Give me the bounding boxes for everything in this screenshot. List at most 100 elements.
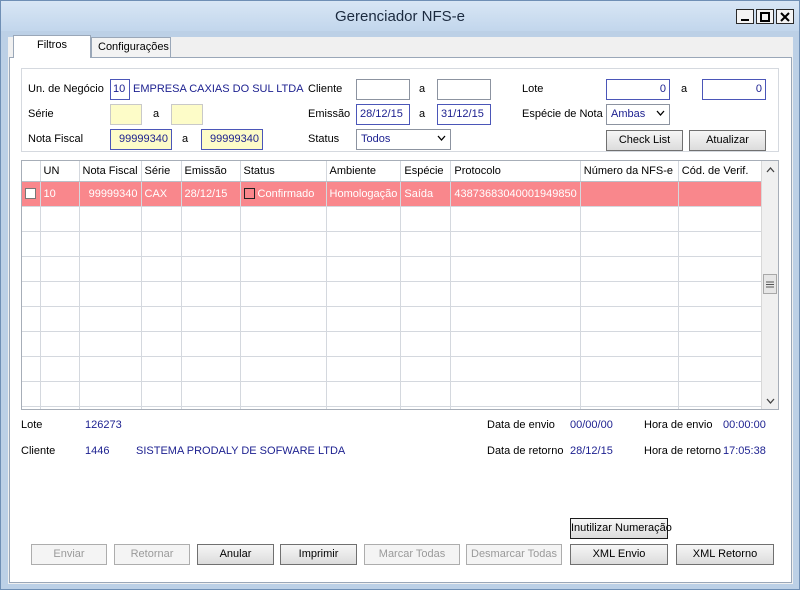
cliente-detail-name: SISTEMA PRODALY DE SOFWARE LTDA: [136, 445, 346, 457]
status-checkbox[interactable]: [243, 187, 255, 199]
column-header-especie[interactable]: Espécie: [400, 161, 452, 182]
cliente-from-input[interactable]: [356, 79, 410, 100]
empty-cell: [580, 231, 679, 257]
column-header-cod-verif[interactable]: Cód. de Verif.: [678, 161, 772, 182]
nota-fiscal-from-input[interactable]: 99999340: [110, 129, 172, 150]
chevron-down-icon: [656, 110, 665, 116]
cliente-to-input[interactable]: [437, 79, 491, 100]
scroll-thumb[interactable]: [763, 274, 777, 294]
table-row[interactable]: 10 99999340 CAX 28/12/15 Confirmado Homo…: [22, 181, 772, 207]
empty-cell: [580, 381, 679, 407]
enviar-button[interactable]: Enviar: [31, 544, 107, 565]
inutilizar-numeracao-label: Inutilizar Numeração: [571, 522, 672, 534]
empty-cell: [400, 306, 452, 332]
xml-retorno-label: XML Retorno: [692, 548, 758, 560]
status-label: Status: [308, 133, 340, 145]
empty-cell: [580, 206, 679, 232]
empty-cell: [141, 306, 182, 332]
empty-cell: [240, 331, 327, 357]
cell-un: 10: [40, 181, 80, 207]
desmarcar-todas-button[interactable]: Desmarcar Todas: [466, 544, 562, 565]
column-header-status[interactable]: Status: [240, 161, 327, 182]
empty-cell: [450, 281, 581, 307]
especie-select-value: Ambas: [611, 108, 646, 120]
anular-button[interactable]: Anular: [197, 544, 274, 565]
empty-cell: [40, 406, 80, 409]
grip-icon: [766, 281, 774, 287]
empty-cell: [326, 306, 402, 332]
scroll-down-button[interactable]: [762, 392, 778, 409]
empty-cell: [326, 206, 402, 232]
filtros-panel: Un. de Negócio 10 EMPRESA CAXIAS DO SUL …: [9, 57, 792, 583]
empty-cell: [326, 281, 402, 307]
un-negocio-name: EMPRESA CAXIAS DO SUL LTDA: [133, 83, 304, 95]
retornar-button[interactable]: Retornar: [114, 544, 190, 565]
un-negocio-code-input[interactable]: 10: [110, 79, 130, 100]
maximize-button[interactable]: [756, 9, 774, 24]
especie-select[interactable]: Ambas: [606, 104, 670, 125]
close-button[interactable]: [776, 9, 794, 24]
atualizar-button[interactable]: Atualizar: [689, 130, 766, 151]
imprimir-button[interactable]: Imprimir: [280, 544, 357, 565]
empty-cell: [141, 381, 182, 407]
tab-configuracoes[interactable]: Configurações: [91, 37, 171, 57]
hora-envio-label: Hora de envio: [644, 419, 713, 431]
serie-to-input[interactable]: [171, 104, 203, 125]
empty-cell: [40, 306, 80, 332]
empty-cell: [326, 356, 402, 382]
serie-range-sep: a: [153, 108, 160, 120]
empty-row: [22, 331, 772, 357]
column-header-un[interactable]: UN: [40, 161, 80, 182]
empty-cell: [22, 331, 41, 357]
retornar-label: Retornar: [130, 548, 174, 560]
empty-cell: [40, 356, 80, 382]
column-header-protocolo[interactable]: Protocolo: [450, 161, 581, 182]
status-select[interactable]: Todos: [356, 129, 451, 150]
cell-ambiente: Homologação: [326, 181, 402, 207]
xml-retorno-button[interactable]: XML Retorno: [676, 544, 774, 565]
column-header-ambiente[interactable]: Ambiente: [326, 161, 402, 182]
empty-cell: [40, 256, 80, 282]
empty-cell: [22, 356, 41, 382]
empty-cell: [450, 206, 581, 232]
scroll-up-button[interactable]: [762, 161, 778, 178]
column-header-nota-fiscal[interactable]: Nota Fiscal: [79, 161, 142, 182]
empty-cell: [141, 356, 182, 382]
empty-cell: [181, 206, 241, 232]
client-area: Filtros Configurações Un. de Negócio 10 …: [8, 35, 793, 584]
cell-emissao: 28/12/15: [181, 181, 241, 207]
lote-from-input[interactable]: 0: [606, 79, 670, 100]
column-header-select[interactable]: [22, 161, 41, 182]
emissao-label: Emissão: [308, 108, 351, 120]
column-header-emissao[interactable]: Emissão: [181, 161, 241, 182]
empty-cell: [141, 231, 182, 257]
row-checkbox[interactable]: [25, 187, 36, 199]
inutilizar-numeracao-button[interactable]: Inutilizar Numeração: [570, 518, 672, 539]
grid-vertical-scrollbar[interactable]: [761, 161, 778, 409]
empty-cell: [240, 256, 327, 282]
empty-cell: [79, 281, 142, 307]
nota-fiscal-to-input[interactable]: 99999340: [201, 129, 263, 150]
xml-envio-button[interactable]: XML Envio: [570, 544, 668, 565]
empty-cell: [181, 356, 241, 382]
tab-filtros[interactable]: Filtros: [13, 35, 91, 58]
minimize-button[interactable]: [736, 9, 754, 24]
lote-range-sep: a: [681, 83, 688, 95]
empty-cell: [678, 356, 772, 382]
enviar-label: Enviar: [53, 548, 85, 560]
lote-to-input[interactable]: 0: [702, 79, 766, 100]
empty-cell: [400, 206, 452, 232]
empty-cell: [326, 406, 402, 409]
hora-retorno-value: 17:05:38: [723, 445, 766, 457]
column-header-serie[interactable]: Série: [141, 161, 182, 182]
column-header-numero-nfse[interactable]: Número da NFS-e: [580, 161, 679, 182]
empty-cell: [678, 306, 772, 332]
emissao-from-input[interactable]: 28/12/15: [356, 104, 410, 125]
serie-from-input[interactable]: [110, 104, 142, 125]
empty-cell: [181, 281, 241, 307]
cliente-detail-label: Cliente: [21, 445, 56, 457]
emissao-to-input[interactable]: 31/12/15: [437, 104, 491, 125]
row-select-cell[interactable]: [22, 181, 41, 207]
check-list-button[interactable]: Check List: [606, 130, 683, 151]
marcar-todas-button[interactable]: Marcar Todas: [364, 544, 460, 565]
